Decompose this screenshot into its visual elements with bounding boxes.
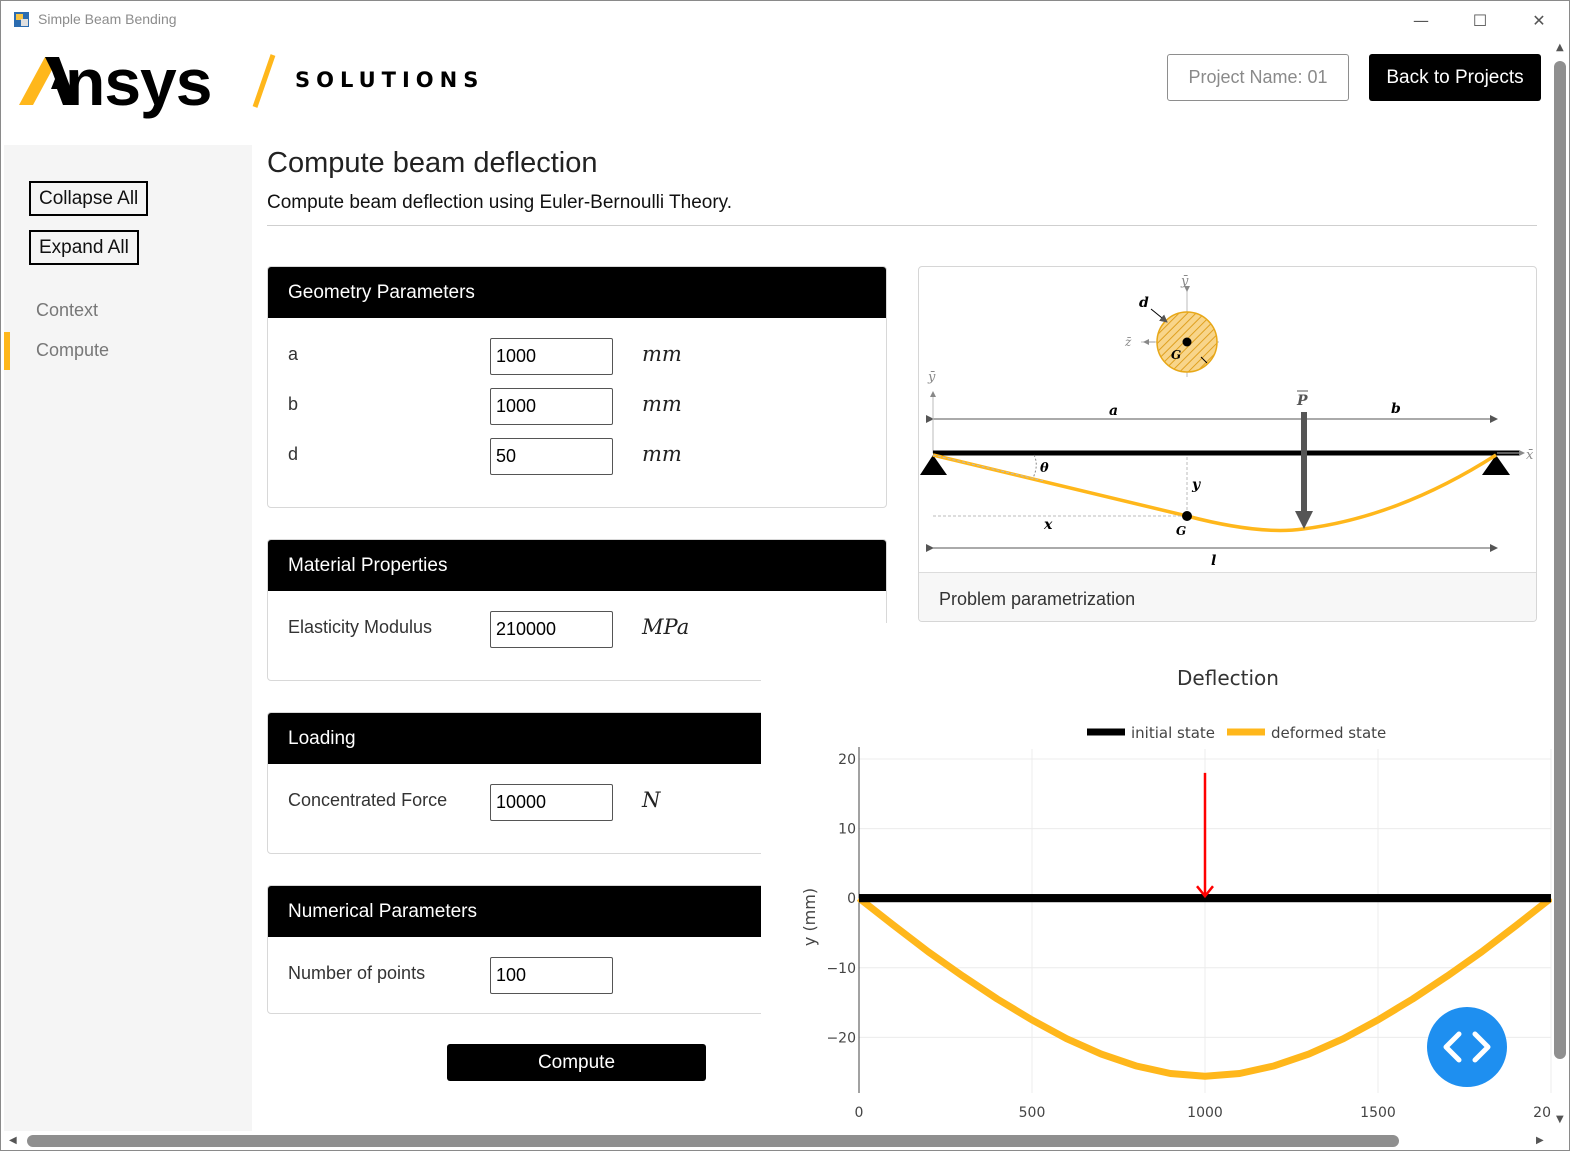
param-label: a (288, 344, 299, 364)
param-label: Concentrated Force (288, 790, 448, 810)
b-input[interactable] (490, 388, 613, 425)
separator-slash-icon (252, 54, 276, 108)
concentrated-force-input[interactable] (490, 784, 613, 821)
legend-label: deformed state (1271, 724, 1386, 742)
a-dimension-label: a (1109, 403, 1118, 419)
window-title: Simple Beam Bending (38, 11, 177, 27)
length-label: l (1211, 553, 1216, 569)
y-axis-label: y (mm) (800, 888, 819, 946)
cross-section: d G ȳ z̄ (1124, 274, 1219, 377)
app-icon (14, 12, 29, 27)
param-label: Number of points (288, 963, 426, 983)
unit-label: MPa (642, 615, 690, 639)
unit-label: mm (642, 392, 682, 416)
page-title: Compute beam deflection (267, 147, 598, 179)
y-tick-label: −20 (826, 1030, 856, 1046)
solutions-label: SOLUTIONS (295, 68, 485, 92)
number-of-points-input[interactable] (490, 957, 613, 994)
deflected-shape (932, 453, 1497, 533)
collapse-all-button[interactable]: Collapse All (29, 181, 149, 216)
diameter-label: d (1139, 295, 1149, 311)
maximize-button[interactable]: ☐ (1465, 7, 1495, 33)
title-bar: Simple Beam Bending — ☐ ✕ (1, 1, 1569, 39)
left-y-bar-label: ȳ (927, 370, 936, 385)
vertical-scroll-thumb[interactable] (1554, 61, 1566, 1059)
minimize-button[interactable]: — (1406, 7, 1436, 33)
y-tick-label: 0 (847, 891, 856, 907)
right-support-icon (1482, 455, 1510, 475)
param-label: b (288, 394, 299, 414)
unit-label: N (642, 788, 661, 812)
figure-caption-bar: Problem parametrization (919, 572, 1536, 621)
beam-diagram: d G ȳ z̄ a b l ȳ x̄ θ y x G P (920, 274, 1534, 569)
param-label: d (288, 444, 299, 464)
card-header: Geometry Parameters (268, 267, 886, 318)
app-window: Simple Beam Bending — ☐ ✕ nsys SOLUTIONS… (0, 0, 1570, 1151)
sidebar: Collapse All Expand All Context Compute (4, 145, 252, 1133)
y-label: y (1191, 477, 1201, 493)
back-to-projects-button[interactable]: Back to Projects (1369, 54, 1541, 101)
expand-all-button[interactable]: Expand All (29, 230, 139, 265)
x-tick-label: 1500 (1360, 1105, 1396, 1121)
project-name-button[interactable]: Project Name: 01 (1167, 54, 1349, 101)
elasticity-modulus-input[interactable] (490, 611, 613, 648)
chart-title: Deflection (1177, 666, 1279, 690)
scroll-right-icon[interactable]: ▶ (1536, 1135, 1544, 1146)
compute-button[interactable]: Compute (447, 1044, 706, 1081)
z-bar-label: z̄ (1124, 335, 1132, 349)
param-label: Elasticity Modulus (288, 617, 433, 637)
chart-legend: initial state deformed state (1087, 724, 1386, 742)
y-tick-label: −10 (826, 961, 856, 977)
param-row-b: b mm (268, 388, 886, 428)
y-tick-label: 10 (838, 822, 856, 838)
x-label: x (1043, 517, 1053, 533)
geometry-parameters-card: Geometry Parameters a mm b mm d mm (267, 266, 887, 508)
legend-label: initial state (1131, 724, 1215, 742)
code-toggle-button[interactable] (1427, 1007, 1507, 1087)
x-tick-label: 500 (1019, 1105, 1046, 1121)
card-header: Material Properties (268, 540, 886, 591)
unit-label: mm (642, 442, 682, 466)
scroll-up-icon[interactable]: ▲ (1556, 42, 1564, 53)
active-nav-indicator (4, 332, 10, 370)
x-tick-label: 0 (855, 1105, 864, 1121)
close-button[interactable]: ✕ (1524, 7, 1554, 33)
problem-figure-card: d G ȳ z̄ a b l ȳ x̄ θ y x G P Problem pa… (918, 266, 1537, 622)
unit-label: mm (642, 342, 682, 366)
g-point-label: G (1176, 524, 1186, 538)
x-tick-label: 20 (1533, 1105, 1551, 1121)
figure-caption: Problem parametrization (939, 589, 1136, 609)
horizontal-scroll-thumb[interactable] (27, 1135, 1399, 1147)
b-dimension-label: b (1391, 401, 1401, 417)
scroll-left-icon[interactable]: ◀ (9, 1135, 17, 1146)
page-subtitle: Compute beam deflection using Euler-Bern… (267, 192, 733, 213)
a-input[interactable] (490, 338, 613, 375)
x-tick-label: 1000 (1187, 1105, 1223, 1121)
param-row-d: d mm (268, 438, 886, 478)
param-row-a: a mm (268, 338, 886, 378)
sidebar-item-compute[interactable]: Compute (36, 340, 109, 361)
sidebar-item-context[interactable]: Context (36, 300, 98, 321)
x-bar-label: x̄ (1526, 448, 1534, 463)
scroll-down-icon[interactable]: ▼ (1556, 1114, 1564, 1125)
y-bar-label: ȳ (1180, 274, 1189, 289)
code-icon (1443, 1031, 1491, 1063)
centroid-label: G (1171, 348, 1181, 362)
theta-label: θ (1040, 461, 1049, 476)
y-tick-label: 20 (838, 752, 856, 768)
force-label: P (1296, 393, 1308, 409)
logo-text: nsys (65, 45, 212, 119)
d-input[interactable] (490, 438, 613, 475)
divider (267, 225, 1537, 226)
